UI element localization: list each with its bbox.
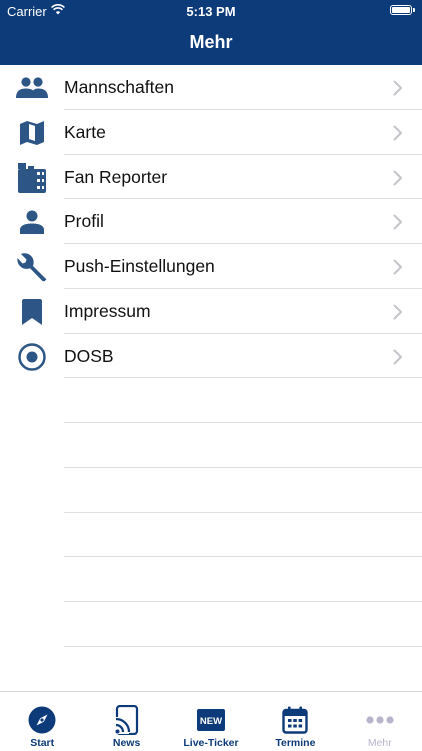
chevron-right-icon xyxy=(393,214,403,230)
news-cast-icon xyxy=(112,705,142,735)
people-icon xyxy=(16,72,48,104)
menu-item-label: Fan Reporter xyxy=(64,166,168,187)
battery-nub xyxy=(413,8,415,12)
chevron-right-icon xyxy=(393,304,403,320)
empty-row xyxy=(0,378,422,423)
chevron-right-icon xyxy=(393,125,403,141)
film-icon xyxy=(16,162,48,194)
empty-row xyxy=(0,602,422,647)
menu-item-label: Profil xyxy=(64,211,104,232)
chevron-right-icon xyxy=(393,259,403,275)
tab-live-ticker[interactable]: NEW Live-Ticker xyxy=(169,692,253,751)
target-icon xyxy=(16,341,48,373)
menu-item-fan-reporter[interactable]: Fan Reporter xyxy=(0,155,422,200)
tab-start[interactable]: Start xyxy=(0,692,84,751)
new-badge-icon: NEW xyxy=(196,705,226,735)
tab-label: News xyxy=(112,737,141,749)
status-bar: Carrier 5:13 PM xyxy=(0,0,422,22)
menu-item-mannschaften[interactable]: Mannschaften xyxy=(0,65,422,110)
compass-icon xyxy=(27,705,57,735)
more-menu-list: Mannschaften Karte Fan Reporter Profil P… xyxy=(0,65,422,692)
empty-row xyxy=(0,468,422,513)
tab-news[interactable]: News xyxy=(84,692,168,751)
chevron-right-icon xyxy=(393,349,403,365)
menu-item-label: Push-Einstellungen xyxy=(64,256,215,276)
tab-bar: Start News NEW Live-Ticker Termine Mehr xyxy=(0,691,422,750)
menu-item-impressum[interactable]: Impressum xyxy=(0,289,422,334)
new-badge-text: NEW xyxy=(200,716,222,727)
map-icon xyxy=(16,117,48,149)
tab-label: Start xyxy=(30,737,55,749)
menu-item-dosb[interactable]: DOSB xyxy=(0,334,422,379)
tab-mehr[interactable]: Mehr xyxy=(338,692,422,751)
battery-icon xyxy=(390,5,412,15)
wrench-icon xyxy=(16,251,48,283)
menu-item-karte[interactable]: Karte xyxy=(0,110,422,155)
tab-label: Live-Ticker xyxy=(183,737,239,749)
person-icon xyxy=(16,206,48,238)
empty-row xyxy=(0,513,422,558)
more-dots-icon xyxy=(365,705,395,735)
calendar-icon xyxy=(280,705,310,735)
chevron-right-icon xyxy=(393,170,403,186)
empty-row xyxy=(0,423,422,468)
empty-row xyxy=(0,557,422,602)
tab-label: Termine xyxy=(275,737,316,749)
bookmark-icon xyxy=(16,296,48,328)
tab-termine[interactable]: Termine xyxy=(253,692,337,751)
menu-item-label: Mannschaften xyxy=(64,77,174,97)
status-time: 5:13 PM xyxy=(186,4,236,19)
menu-item-label: Karte xyxy=(64,121,106,142)
menu-item-label: Impressum xyxy=(64,300,151,321)
tab-label: Mehr xyxy=(367,737,392,749)
page-title: Mehr xyxy=(189,32,233,52)
chevron-right-icon xyxy=(393,80,403,96)
menu-item-profil[interactable]: Profil xyxy=(0,199,422,244)
navigation-bar: Carrier 5:13 PM Mehr xyxy=(0,0,422,65)
menu-item-label: DOSB xyxy=(64,345,114,366)
empty-row xyxy=(0,647,422,692)
menu-item-push-einstellungen[interactable]: Push-Einstellungen xyxy=(0,244,422,289)
